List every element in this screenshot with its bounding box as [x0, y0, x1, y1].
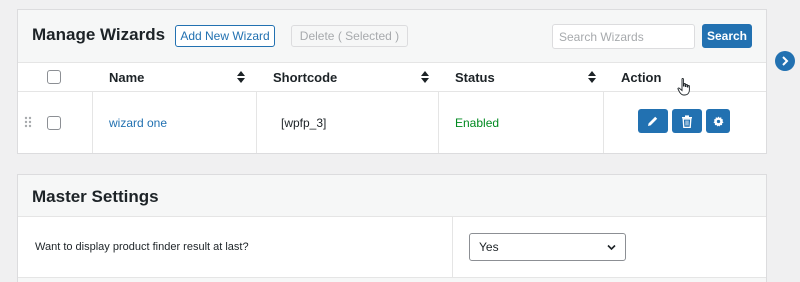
status-badge: Enabled — [455, 116, 500, 130]
trash-icon — [682, 114, 692, 128]
edit-button[interactable] — [638, 109, 668, 133]
settings-button[interactable] — [706, 109, 730, 133]
column-header-action: Action — [621, 70, 662, 85]
add-new-wizard-button[interactable]: Add New Wizard — [175, 25, 275, 47]
edit-icon — [648, 116, 658, 126]
sort-icon[interactable] — [421, 71, 429, 83]
result-at-last-select[interactable]: Yes — [469, 233, 626, 261]
select-value: Yes — [479, 240, 499, 254]
chevron-right-icon — [782, 56, 789, 66]
row-checkbox[interactable] — [47, 116, 61, 130]
select-all-checkbox[interactable] — [47, 70, 61, 84]
expand-sidebar-button[interactable] — [775, 51, 795, 71]
column-header-name[interactable]: Name — [109, 70, 144, 85]
page-title: Manage Wizards — [32, 25, 166, 44]
chevron-down-icon — [607, 244, 616, 251]
table-row: wizard one [wpfp_3] Enabled — [18, 92, 766, 153]
setting-label: Want to display product finder result at… — [35, 241, 249, 253]
delete-selected-button[interactable]: Delete ( Selected ) — [291, 25, 408, 47]
setting-row: Want to display product finder result at… — [18, 216, 766, 278]
wizard-name-link[interactable]: wizard one — [109, 116, 167, 130]
sort-icon[interactable] — [237, 71, 245, 83]
section-title: Master Settings — [32, 187, 159, 206]
delete-button[interactable] — [672, 109, 702, 133]
hand-cursor-icon — [677, 78, 690, 96]
table-header: Name Shortcode Status Action — [18, 62, 766, 92]
master-settings-panel: Master Settings Want to display product … — [17, 174, 767, 282]
column-header-shortcode[interactable]: Shortcode — [273, 70, 337, 85]
shortcode-value: [wpfp_3] — [281, 116, 327, 130]
search-button[interactable]: Search — [702, 24, 752, 48]
sort-icon[interactable] — [588, 71, 596, 83]
drag-handle-icon[interactable] — [24, 116, 32, 128]
manage-wizards-panel: Manage Wizards Add New Wizard Delete ( S… — [17, 9, 767, 154]
gear-icon — [712, 115, 724, 127]
column-header-status[interactable]: Status — [455, 70, 495, 85]
search-input[interactable] — [552, 24, 695, 49]
